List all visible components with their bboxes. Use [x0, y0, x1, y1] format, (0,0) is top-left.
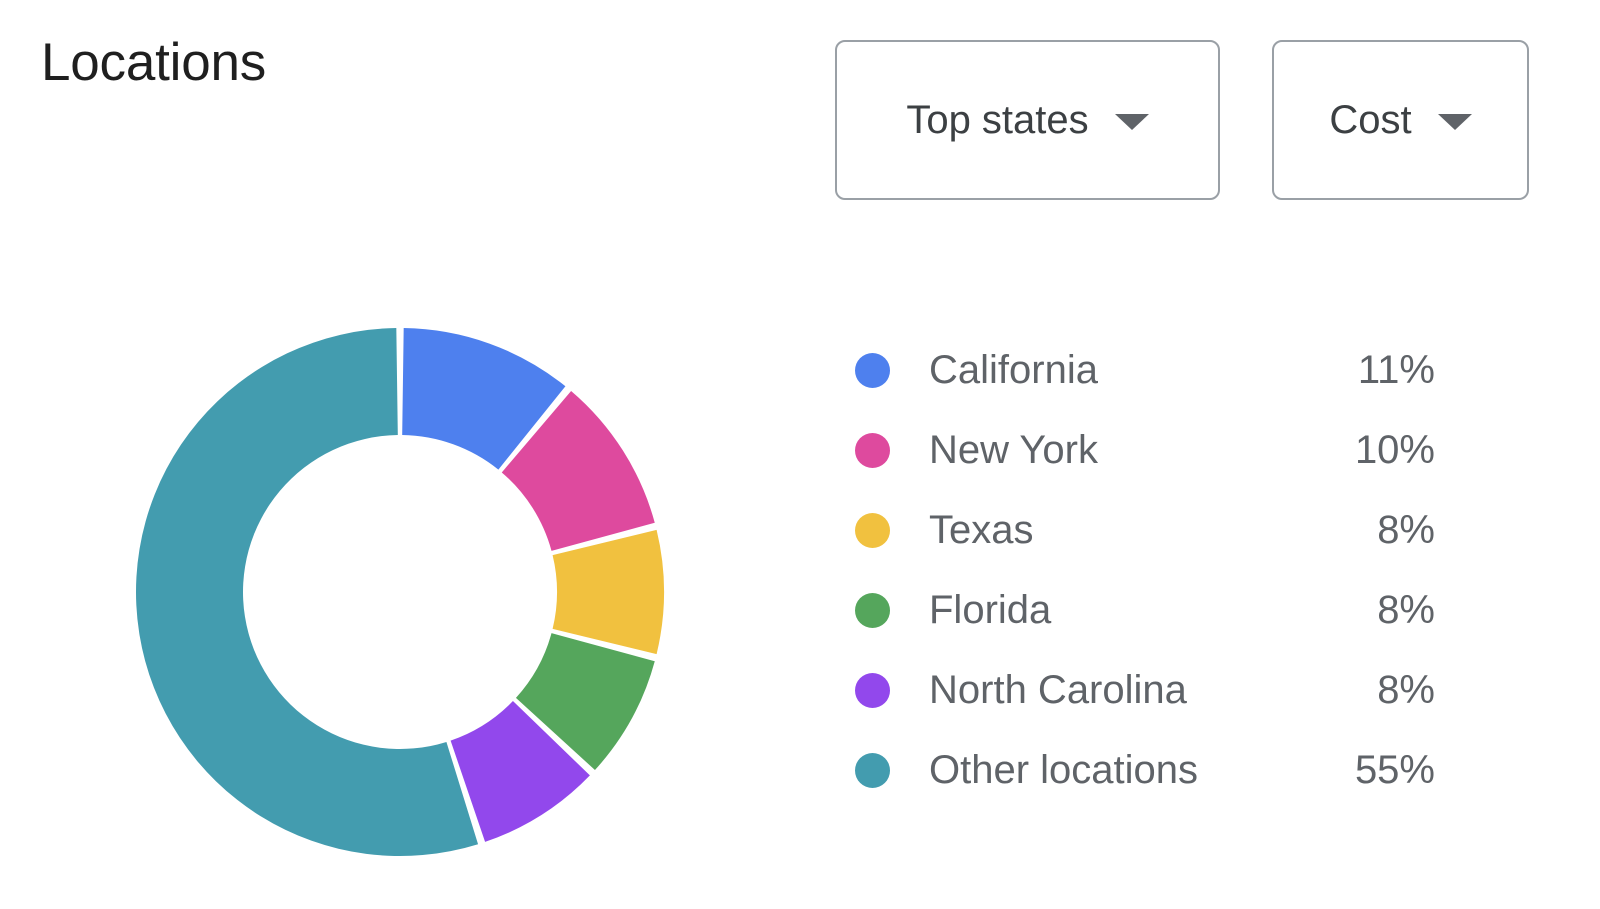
legend-item[interactable]: New York 10% — [855, 410, 1435, 490]
legend-item[interactable]: North Carolina 8% — [855, 650, 1435, 730]
cost-dropdown-label: Cost — [1329, 98, 1412, 142]
legend-item-label: Florida — [929, 588, 1052, 632]
donut-chart-svg — [135, 328, 664, 857]
legend-item-value: 8% — [1377, 668, 1435, 712]
top-states-dropdown-label: Top states — [906, 98, 1089, 142]
legend-color-swatch — [855, 352, 890, 388]
legend-item-value: 8% — [1377, 588, 1435, 632]
legend-item-label: California — [929, 348, 1098, 392]
legend-item[interactable]: Other locations 55% — [855, 730, 1435, 810]
page-title: Locations — [41, 33, 267, 92]
legend-item-value: 10% — [1354, 428, 1435, 472]
legend-color-swatch — [855, 672, 890, 708]
legend-item-value: 8% — [1377, 508, 1435, 552]
chevron-down-icon — [1114, 113, 1149, 130]
legend-color-swatch — [855, 512, 890, 548]
legend-item-value: 11% — [1357, 348, 1435, 392]
legend-item-label: Texas — [929, 508, 1034, 552]
cost-dropdown[interactable]: Cost — [1272, 40, 1529, 200]
chart-legend: California 11% New York 10% Texas 8% Florida 8%… — [855, 330, 1435, 810]
legend-item[interactable]: Florida 8% — [855, 570, 1435, 650]
legend-item-label: Other locations — [929, 748, 1199, 792]
legend-item[interactable]: Texas 8% — [855, 490, 1435, 570]
donut-segment[interactable] — [552, 529, 664, 655]
legend-color-swatch — [855, 592, 890, 628]
legend-item-label: New York — [929, 428, 1098, 472]
legend-item-label: North Carolina — [929, 668, 1187, 712]
legend-color-swatch — [855, 432, 890, 468]
locations-donut-chart[interactable] — [120, 312, 680, 872]
legend-item-value: 55% — [1354, 748, 1435, 792]
chevron-down-icon — [1437, 113, 1472, 130]
top-states-dropdown[interactable]: Top states — [835, 40, 1220, 200]
legend-color-swatch — [855, 752, 890, 788]
legend-item[interactable]: California 11% — [855, 330, 1435, 410]
chart-header: Locations Top states Cost — [0, 0, 1600, 210]
